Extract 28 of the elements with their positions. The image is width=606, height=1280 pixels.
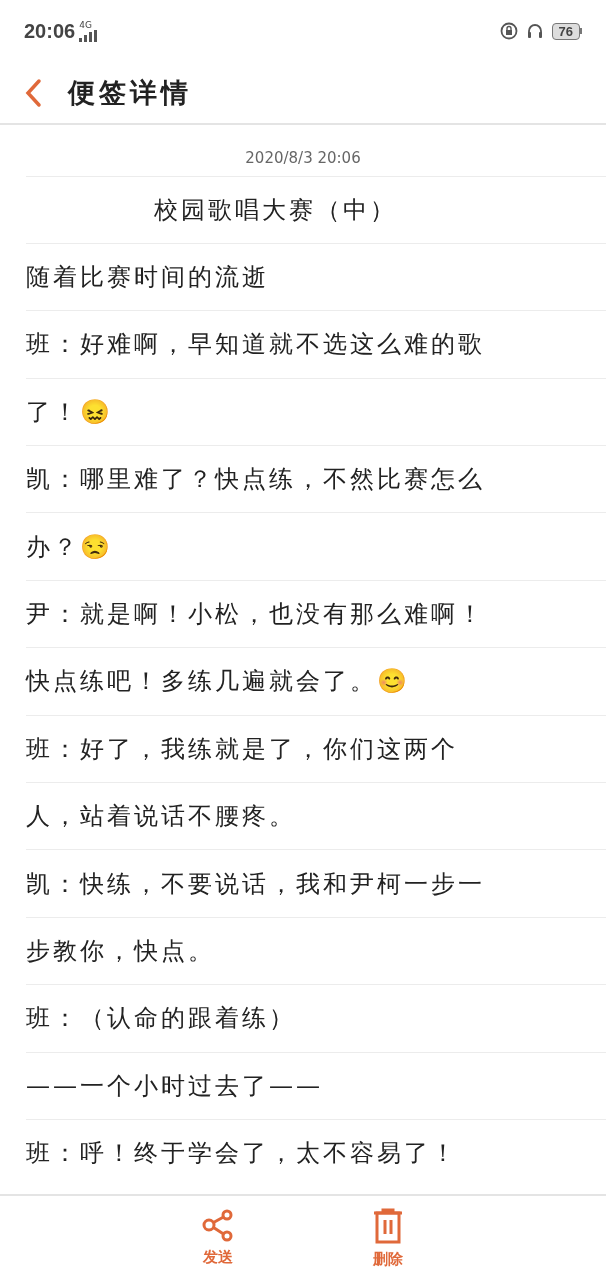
send-button[interactable]: 发送 xyxy=(188,1208,248,1271)
rotation-lock-icon xyxy=(499,22,518,40)
note-date: 2020/8/3 20:06 xyxy=(244,148,362,169)
note-line: 尹：就是啊！小松，也没有那么难啊！ xyxy=(26,599,485,631)
note-line: 班：（认命的跟着练） xyxy=(26,1003,296,1035)
note-line: 班：好了，我练就是了，你们这两个 xyxy=(26,733,458,765)
note-line: 人，站着说话不腰疼。 xyxy=(26,801,296,833)
network-label: 4G xyxy=(79,20,92,30)
note-line: 凯：哪里难了？快点练，不然比赛怎么 xyxy=(26,464,485,496)
share-icon xyxy=(201,1208,235,1242)
signal-icon xyxy=(79,29,98,42)
delete-button[interactable]: 删除 xyxy=(358,1208,418,1271)
status-time: 20:06 xyxy=(24,19,76,43)
note-line: 了！😖 xyxy=(26,396,113,428)
note-line: ——一个小时过去了—— xyxy=(26,1070,323,1102)
page-title: 便签详情 xyxy=(68,75,192,110)
battery-icon: 76 xyxy=(551,22,582,40)
note-line: 快点练吧！多练几遍就会了。😊 xyxy=(26,666,410,698)
note-line: 凯：快练，不要说话，我和尹柯一步一 xyxy=(26,868,485,900)
note-line: 班：呼！终于学会了，太不容易了！ xyxy=(26,1138,458,1170)
headphones-icon xyxy=(525,22,544,40)
back-button[interactable] xyxy=(24,77,42,108)
note-line: 随着比赛时间的流逝 xyxy=(26,262,269,294)
trash-icon xyxy=(372,1208,404,1244)
note-line: 步教你，快点。 xyxy=(26,936,215,967)
note-line: 班：好难啊，早知道就不选这么难的歌 xyxy=(26,329,485,361)
note-line: 办？😒 xyxy=(26,531,113,563)
note-title: 校园歌唱大赛（中） xyxy=(154,194,397,226)
